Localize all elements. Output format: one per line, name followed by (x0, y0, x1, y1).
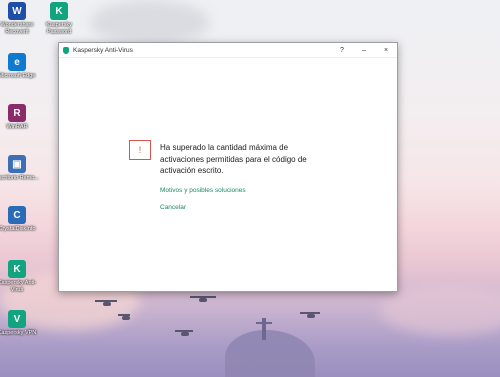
helicopter (175, 330, 193, 336)
kaspersky-password-icon: K (50, 2, 68, 20)
desktop-icon-label: Wondershare Recoverit (0, 22, 34, 35)
window-title: Kaspersky Anti-Virus (73, 46, 133, 54)
desktop-icon-kaspersky-vpn[interactable]: V Kaspersky VPN (0, 310, 39, 337)
helicopter (95, 300, 117, 306)
kaspersky-vpn-icon: V (8, 310, 26, 328)
kaspersky-antivirus-icon: K (8, 260, 26, 278)
winrar-icon: R (8, 104, 26, 122)
reasons-link[interactable]: Motivos y posibles soluciones (160, 187, 246, 194)
close-button[interactable]: × (375, 43, 397, 57)
cloud (90, 0, 210, 45)
helicopter (190, 296, 216, 302)
wondershare-recoverit-icon: W (8, 2, 26, 20)
helicopter (300, 312, 320, 318)
minimize-button[interactable]: – (353, 43, 375, 57)
desktop-icon-label: CrystalDiskInfo (0, 226, 36, 232)
desktop-icon-label: Kaspersky Anti-Virus (0, 280, 37, 293)
mountain (225, 330, 315, 377)
desktop-icon-label: Kaspersky Password (46, 22, 72, 35)
desktop-icon-label: Kaspersky VPN (0, 330, 37, 336)
desktop-icon-label: Escritorio Remo... (0, 175, 39, 181)
desktop-icon-escritorio-remoto[interactable]: ▣ Escritorio Remo... (0, 155, 39, 182)
desktop-icon-label: WinRAR (6, 124, 28, 130)
desktop-icon-kaspersky-password[interactable]: K Kaspersky Password (37, 2, 81, 36)
warning-icon: ! (129, 140, 151, 160)
desktop-icon-crystaldiskinfo[interactable]: C CrystalDiskInfo (0, 206, 39, 233)
crystaldiskinfo-icon: C (8, 206, 26, 224)
cloud (380, 285, 500, 335)
kaspersky-dialog: Kaspersky Anti-Virus ? – × ! Ha superado… (58, 42, 398, 292)
microsoft-edge-icon: e (8, 53, 26, 71)
help-button[interactable]: ? (331, 43, 353, 57)
desktop-icon-microsoft-edge[interactable]: e Microsoft Edge (0, 53, 39, 80)
desktop-icon-label: Microsoft Edge (0, 73, 36, 79)
cancel-link[interactable]: Cancelar (160, 204, 186, 211)
helicopter (118, 314, 131, 320)
desktop-icon-kaspersky-antivirus[interactable]: K Kaspersky Anti-Virus (0, 260, 39, 294)
title-bar[interactable]: Kaspersky Anti-Virus ? – × (59, 43, 397, 58)
statue-arms (256, 322, 272, 324)
escritorio-remoto-icon: ▣ (8, 155, 26, 173)
kaspersky-shield-icon (63, 46, 69, 54)
desktop-icon-winrar[interactable]: R WinRAR (0, 104, 39, 131)
desktop-icon-wondershare-recoverit[interactable]: W Wondershare Recoverit (0, 2, 39, 36)
error-message: Ha superado la cantidad máxima de activa… (160, 143, 307, 175)
